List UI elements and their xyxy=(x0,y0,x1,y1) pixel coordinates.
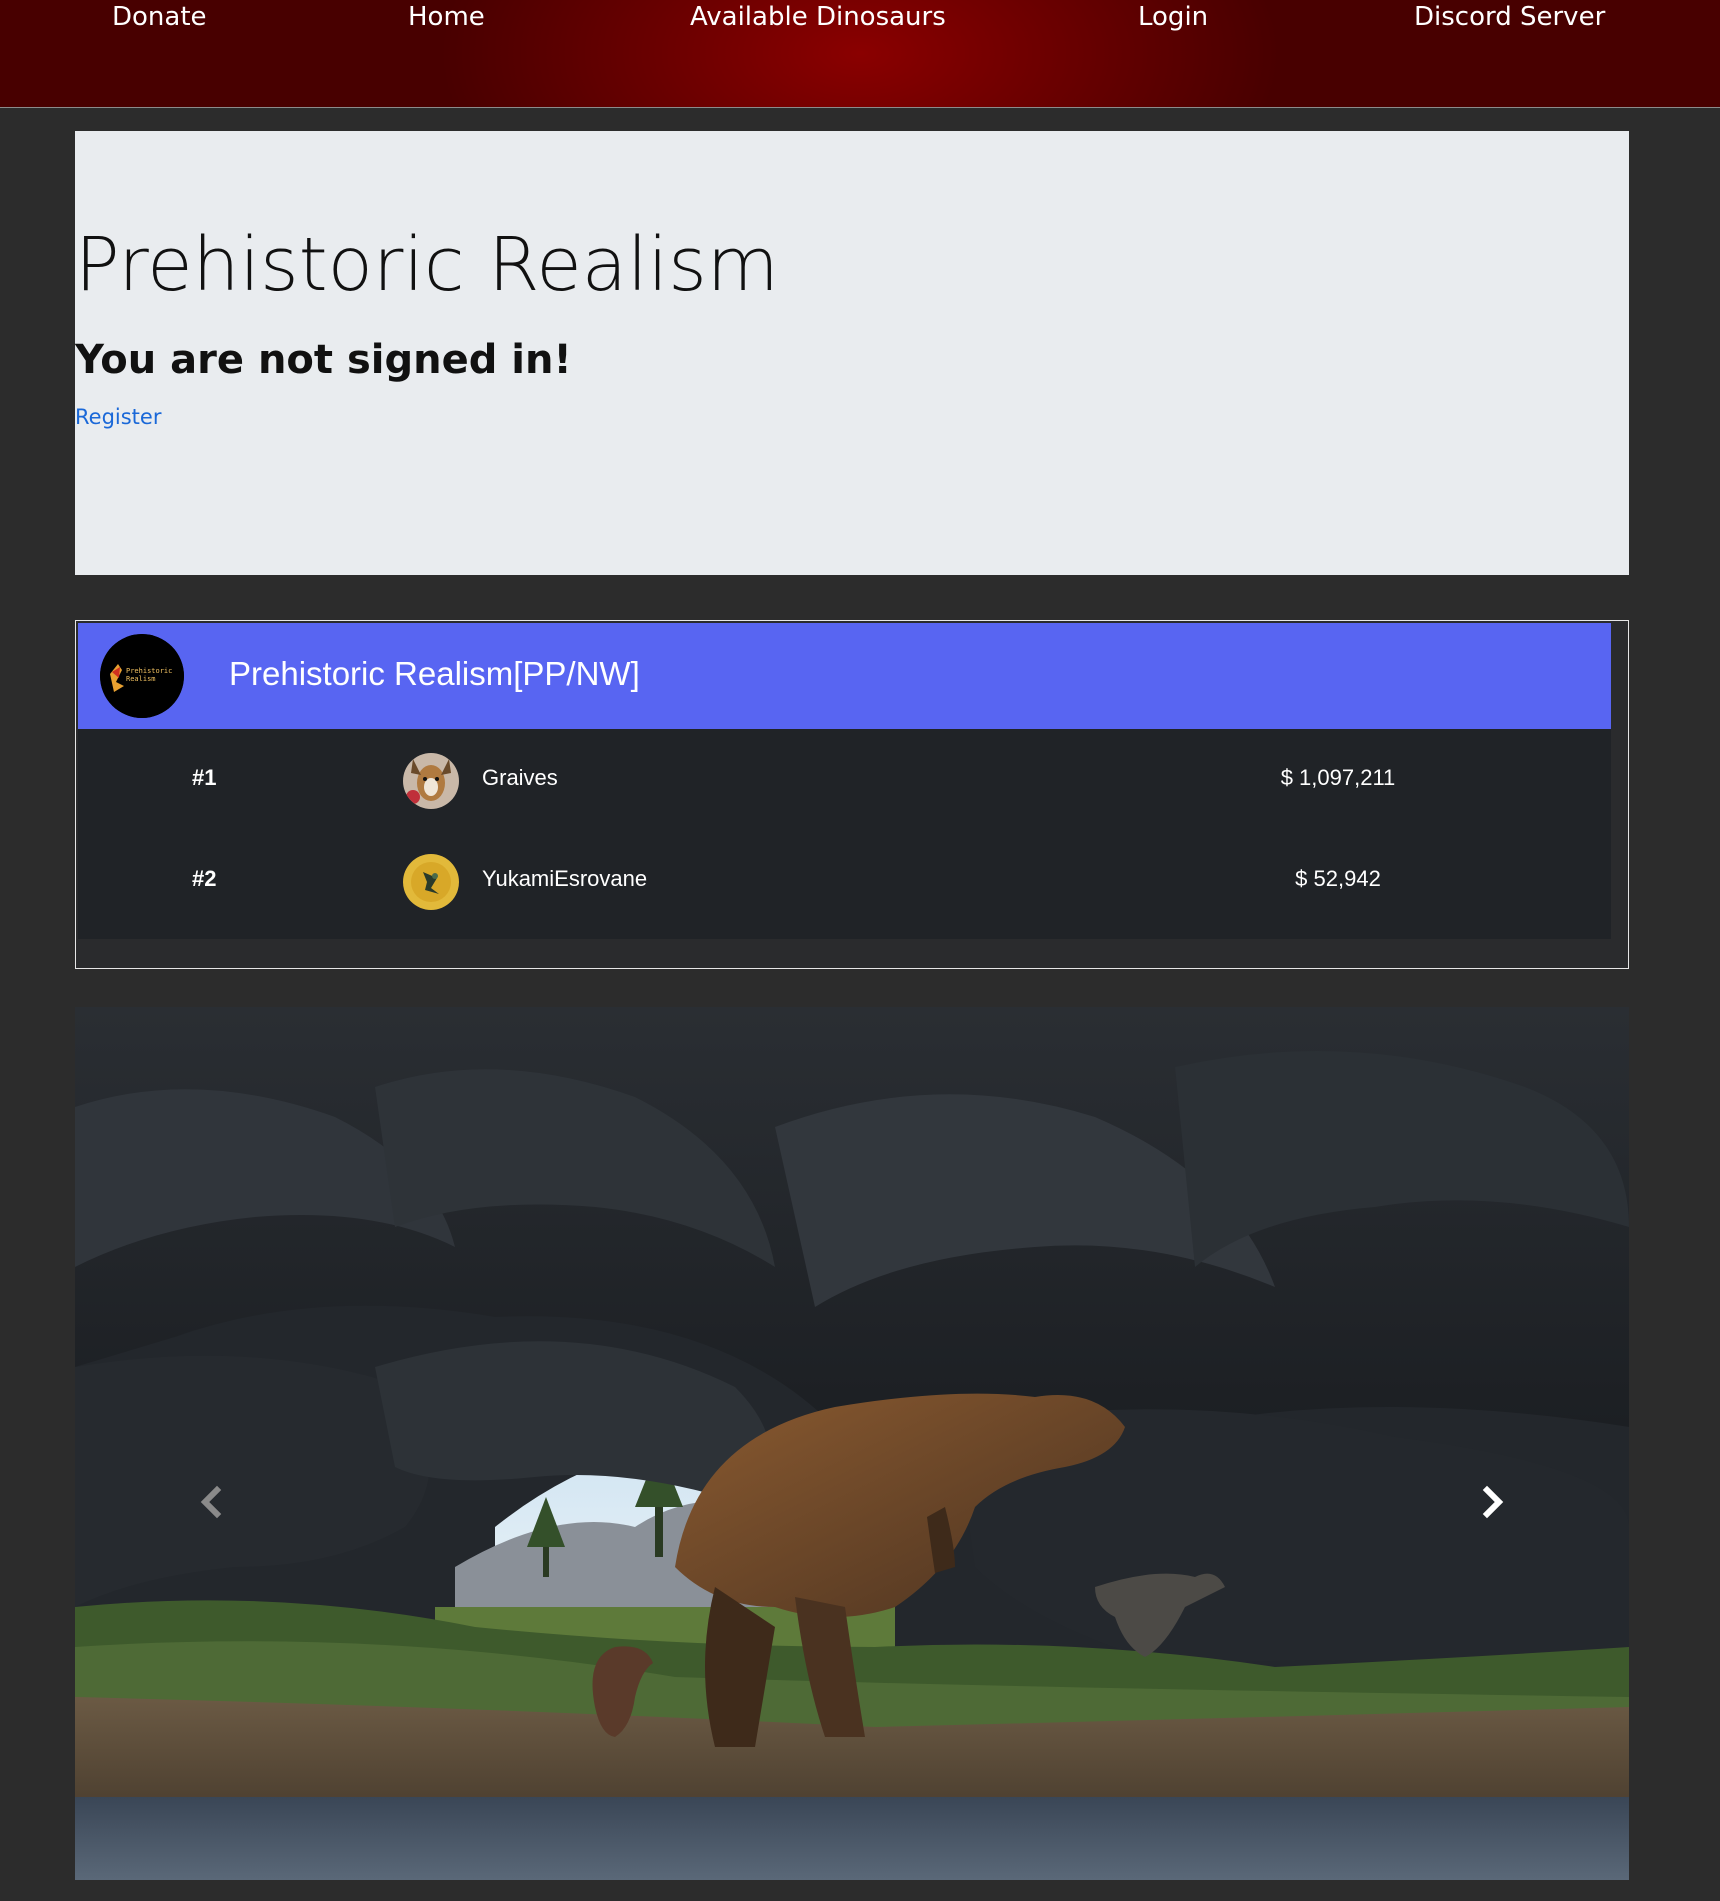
nav-home[interactable]: Home xyxy=(408,2,485,32)
sign-in-status: You are not signed in! xyxy=(75,337,572,383)
nav-discord-server[interactable]: Discord Server xyxy=(1414,2,1605,32)
rank-label: #1 xyxy=(192,765,217,790)
leaderboard-rows: #1 Graives $ 1,097,211 #2 YukamiEsrovane… xyxy=(78,729,1611,939)
username: Graives xyxy=(482,765,558,790)
register-link: Register xyxy=(75,405,1629,429)
table-row: #1 Graives $ 1,097,211 xyxy=(78,729,1611,829)
nav-login[interactable]: Login xyxy=(1138,2,1208,32)
donation-leaderboard: Prehistoric Realism Prehistoric Realism[… xyxy=(75,620,1629,969)
rank-label: #2 xyxy=(192,866,217,891)
chevron-left-icon xyxy=(200,1485,222,1519)
donation-amount: $ 1,097,211 xyxy=(1280,765,1396,790)
donation-amount: $ 52,942 xyxy=(1295,866,1381,891)
table-row: #2 YukamiEsrovane $ 52,942 xyxy=(78,830,1611,930)
avatar xyxy=(403,753,459,809)
image-carousel xyxy=(75,1007,1629,1880)
register-link-text[interactable]: Register xyxy=(75,405,161,429)
top-navbar: Donate Home Available Dinosaurs Login Di… xyxy=(0,0,1720,108)
carousel-prev-button[interactable] xyxy=(191,1462,231,1542)
server-name: Prehistoric Realism[PP/NW] xyxy=(229,655,640,692)
nav-donate[interactable]: Donate xyxy=(112,2,207,32)
carousel-slide-image xyxy=(75,1007,1629,1880)
avatar xyxy=(403,854,459,910)
nav-available-dinosaurs[interactable]: Available Dinosaurs xyxy=(690,2,946,32)
carousel-next-button[interactable] xyxy=(1473,1462,1513,1542)
server-logo: Prehistoric Realism xyxy=(100,634,184,718)
page-title: Prehistoric Realism xyxy=(75,222,779,308)
chevron-right-icon xyxy=(1482,1485,1504,1519)
server-logo-text: Prehistoric Realism xyxy=(126,667,173,683)
leaderboard-header: Prehistoric Realism Prehistoric Realism[… xyxy=(78,623,1611,729)
username: YukamiEsrovane xyxy=(482,866,648,891)
